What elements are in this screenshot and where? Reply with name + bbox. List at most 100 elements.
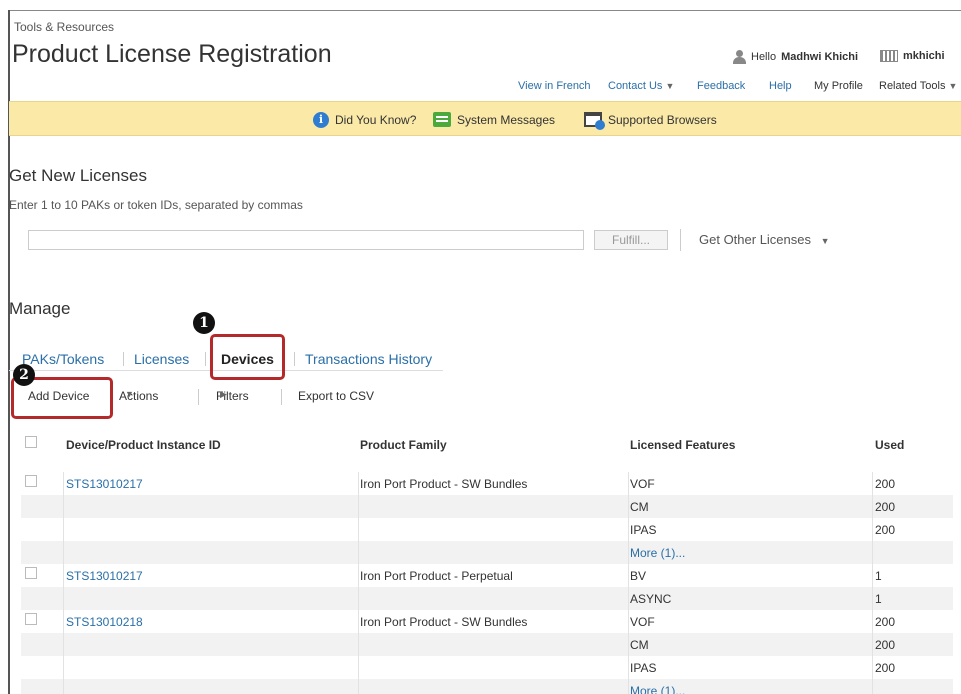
licensed-feature-cell[interactable]: More (1)... (630, 684, 685, 694)
device-id-link[interactable]: STS13010217 (66, 569, 143, 583)
column-divider (872, 633, 873, 656)
column-divider (872, 587, 873, 610)
table-row: STS13010218 Iron Port Product - SW Bundle… (21, 610, 953, 633)
column-divider (63, 564, 64, 587)
table-row: ASYNC 1 (21, 587, 953, 610)
username: mkhichi (903, 50, 945, 62)
greeting-prefix: Hello (751, 51, 777, 63)
feedback-link[interactable]: Feedback (697, 80, 745, 92)
user-greeting[interactable]: Hello Madhwi Khichi (732, 50, 858, 64)
system-messages-label: System Messages (457, 112, 556, 127)
export-csv-button[interactable]: Export to CSV (298, 389, 374, 403)
contact-us-link[interactable]: Contact Us ▼ (608, 80, 674, 92)
device-id-link[interactable]: STS13010217 (66, 477, 143, 491)
supported-browsers-link[interactable]: Supported Browsers (584, 112, 717, 130)
did-you-know-link[interactable]: i Did You Know? (313, 112, 416, 128)
row-checkbox[interactable] (25, 613, 37, 625)
tab-transactions-history[interactable]: Transactions History (305, 351, 432, 367)
message-icon (433, 112, 451, 127)
table-row: More (1)... (21, 541, 953, 564)
licensed-feature-cell: IPAS (630, 523, 657, 537)
column-divider (358, 679, 359, 694)
column-divider (358, 495, 359, 518)
devices-tab-highlight (210, 334, 285, 380)
product-family-cell: Iron Port Product - Perpetual (360, 569, 513, 583)
column-divider (63, 656, 64, 679)
column-divider (628, 564, 629, 587)
table-row: CM 200 (21, 633, 953, 656)
action-divider (281, 389, 282, 405)
column-divider (628, 610, 629, 633)
tab-paks-tokens[interactable]: PAKs/Tokens (22, 351, 104, 367)
row-checkbox[interactable] (25, 567, 37, 579)
manage-heading: Manage (9, 299, 71, 318)
used-count-cell: 200 (875, 477, 896, 491)
device-id-link[interactable]: STS13010218 (66, 615, 143, 629)
table-row: IPAS 200 (21, 656, 953, 679)
column-divider (628, 541, 629, 564)
table-row: More (1)... (21, 679, 953, 694)
column-divider (628, 472, 629, 495)
info-icon: i (313, 112, 329, 128)
step-2-badge: 2 (13, 364, 35, 386)
column-divider (63, 495, 64, 518)
table-row: IPAS 200 (21, 518, 953, 541)
breadcrumb[interactable]: Tools & Resources (14, 20, 114, 34)
get-other-licenses-label: Get Other Licenses (699, 232, 811, 247)
column-divider (872, 495, 873, 518)
browser-icon (584, 112, 605, 130)
column-divider (358, 587, 359, 610)
system-messages-link[interactable]: System Messages (433, 112, 555, 127)
related-tools-menu[interactable]: Related Tools ▼ (879, 80, 957, 92)
column-header-licensed-features[interactable]: Licensed Features (630, 438, 735, 452)
caret-down-icon: ▼ (948, 81, 958, 91)
licensed-feature-cell: BV (630, 569, 647, 583)
column-divider (63, 610, 64, 633)
licensed-feature-cell: CM (630, 500, 649, 514)
row-checkbox[interactable] (25, 475, 37, 487)
get-licenses-heading: Get New Licenses (9, 166, 147, 185)
divider (680, 229, 681, 251)
fulfill-button[interactable]: Fulfill... (594, 230, 668, 250)
column-divider (628, 495, 629, 518)
select-all-checkbox[interactable] (25, 436, 37, 448)
licensed-feature-cell: VOF (630, 477, 655, 491)
tab-divider (294, 352, 295, 366)
column-divider (872, 610, 873, 633)
info-banner: i Did You Know? System Messages Supporte… (9, 101, 961, 136)
column-divider (628, 679, 629, 694)
product-family-cell: Iron Port Product - SW Bundles (360, 477, 528, 491)
help-link[interactable]: Help (769, 80, 792, 92)
licensed-feature-cell[interactable]: More (1)... (630, 546, 685, 560)
table-row: STS13010217 Iron Port Product - SW Bundle… (21, 472, 953, 495)
used-count-cell: 200 (875, 638, 896, 652)
column-header-used[interactable]: Used (875, 438, 904, 452)
pak-input[interactable] (28, 230, 584, 250)
get-other-licenses-menu[interactable]: Get Other Licenses ▼ (699, 232, 830, 247)
licensed-feature-cell: IPAS (630, 661, 657, 675)
column-divider (358, 541, 359, 564)
related-tools-label: Related Tools (879, 80, 946, 92)
used-count-cell: 200 (875, 500, 896, 514)
supported-browsers-label: Supported Browsers (608, 112, 717, 127)
used-count-cell: 1 (875, 569, 882, 583)
licensed-feature-cell: CM (630, 638, 649, 652)
my-profile-link[interactable]: My Profile (814, 80, 863, 92)
used-count-cell: 200 (875, 615, 896, 629)
view-in-french-link[interactable]: View in French (518, 80, 591, 92)
column-header-device-id[interactable]: Device/Product Instance ID (66, 438, 221, 452)
used-count-cell: 200 (875, 523, 896, 537)
column-divider (358, 610, 359, 633)
column-divider (872, 472, 873, 495)
tab-licenses[interactable]: Licenses (134, 351, 189, 367)
account-menu[interactable]: mkhichi (880, 50, 945, 62)
table-row: STS13010217 Iron Port Product - Perpetual… (21, 564, 953, 587)
contact-us-label: Contact Us (608, 80, 663, 92)
did-you-know-label: Did You Know? (335, 113, 417, 127)
devices-table-header: Device/Product Instance ID Product Famil… (21, 430, 953, 460)
column-divider (872, 518, 873, 541)
action-divider (198, 389, 199, 405)
frame-top-border (8, 10, 961, 11)
column-header-product-family[interactable]: Product Family (360, 438, 447, 452)
column-divider (628, 518, 629, 541)
